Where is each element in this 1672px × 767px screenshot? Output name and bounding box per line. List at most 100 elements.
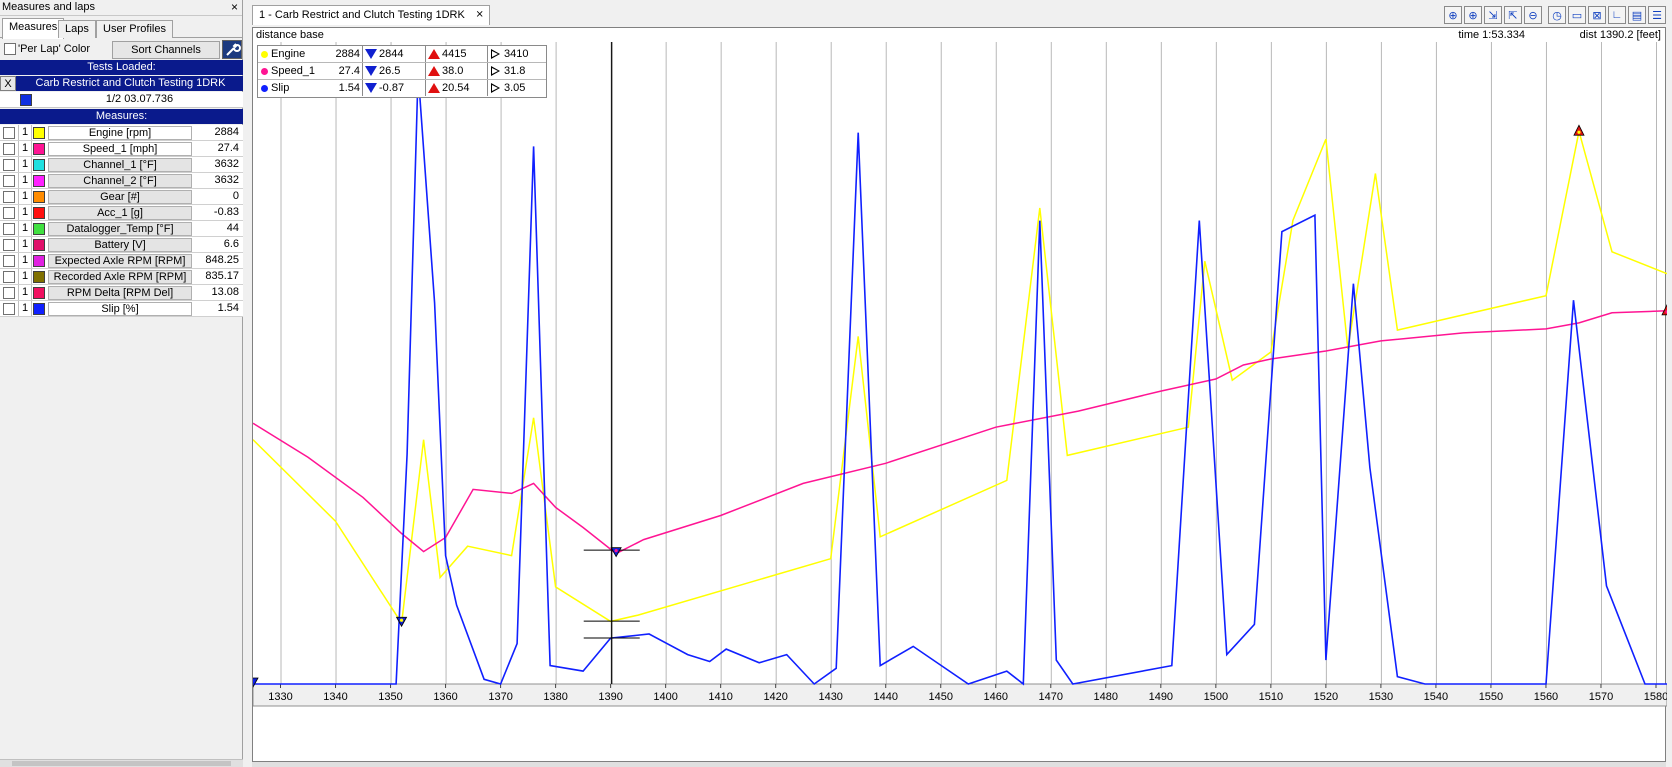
measure-color-swatch[interactable]: [33, 255, 45, 267]
measure-color-swatch[interactable]: [33, 239, 45, 251]
clock-icon[interactable]: ◷: [1548, 6, 1566, 24]
measure-row[interactable]: 1 Channel_1 [°F] 3632: [0, 157, 243, 173]
legend-current-value: 27.4: [338, 65, 360, 77]
legend-avg-cell: 31.8: [487, 63, 548, 79]
measure-color-swatch[interactable]: [33, 143, 45, 155]
measure-row[interactable]: 1 Gear [#] 0: [0, 189, 243, 205]
measure-group: 1: [18, 125, 32, 140]
measure-name[interactable]: Speed_1 [mph]: [48, 142, 192, 156]
measure-color-swatch[interactable]: [33, 207, 45, 219]
measure-name[interactable]: Expected Axle RPM [RPM]: [48, 254, 192, 268]
measure-group: 1: [18, 189, 32, 204]
measure-checkbox[interactable]: [3, 255, 15, 267]
zoom-out-icon[interactable]: ⊖: [1524, 6, 1542, 24]
measure-row[interactable]: 1 Slip [%] 1.54: [0, 301, 243, 317]
zoom-2d-icon[interactable]: ⊕: [1444, 6, 1462, 24]
x-tick-label: 1500: [1204, 691, 1228, 703]
measure-color-swatch[interactable]: [33, 175, 45, 187]
legend-row[interactable]: Engine 2884 2844 4415 3410: [258, 46, 546, 63]
tab-laps[interactable]: Laps: [58, 20, 96, 38]
measure-row[interactable]: 1 RPM Delta [RPM Del] 13.08: [0, 285, 243, 301]
measure-color-swatch[interactable]: [33, 303, 45, 315]
plot-area[interactable]: 1330 1340 1350 1360 1370 1380 1390 1400 1410 1420…: [252, 27, 1667, 763]
horizontal-scrollbar[interactable]: [0, 759, 243, 767]
measure-group: 1: [18, 173, 32, 188]
legend-row[interactable]: Slip 1.54 -0.87 20.54 3.05: [258, 80, 546, 97]
measure-row[interactable]: 1 Acc_1 [g] -0.83: [0, 205, 243, 221]
measure-checkbox[interactable]: [3, 271, 15, 283]
measure-name[interactable]: Battery [V]: [48, 238, 192, 252]
legend-avg-value: 31.8: [504, 65, 526, 77]
remove-test-button[interactable]: X: [0, 76, 16, 91]
measure-color-swatch[interactable]: [33, 287, 45, 299]
wrench-icon[interactable]: [222, 40, 242, 59]
measure-checkbox[interactable]: [3, 191, 15, 203]
close-icon[interactable]: ×: [231, 0, 238, 15]
measure-name[interactable]: Channel_1 [°F]: [48, 158, 192, 172]
document-tab[interactable]: 1 - Carb Restrict and Clutch Testing 1DR…: [252, 5, 490, 25]
measure-checkbox[interactable]: [3, 143, 15, 155]
measure-row[interactable]: 1 Recorded Axle RPM [RPM] 835.17: [0, 269, 243, 285]
image-icon[interactable]: ▭: [1568, 6, 1586, 24]
measure-color-swatch[interactable]: [33, 223, 45, 235]
measure-name[interactable]: RPM Delta [RPM Del]: [48, 286, 192, 300]
close-icon[interactable]: ⨯: [475, 6, 483, 24]
x-tick-label: 1410: [708, 691, 732, 703]
zoom-icon[interactable]: ⊕: [1464, 6, 1482, 24]
x-tick-label: 1370: [488, 691, 512, 703]
tab-measures[interactable]: Measures: [2, 18, 65, 39]
measure-checkbox[interactable]: [3, 287, 15, 299]
measure-name[interactable]: Datalogger_Temp [°F]: [48, 222, 192, 236]
measure-name[interactable]: Channel_2 [°F]: [48, 174, 192, 188]
measure-name[interactable]: Gear [#]: [48, 190, 192, 204]
legend-row[interactable]: Speed_1 27.4 26.5 38.0 31.8: [258, 63, 546, 80]
per-lap-color-checkbox[interactable]: [4, 43, 16, 55]
measure-color-swatch[interactable]: [33, 159, 45, 171]
measure-name[interactable]: Acc_1 [g]: [48, 206, 192, 220]
lap-row[interactable]: 1/2 03.07.736: [0, 92, 243, 108]
sort-channels-button[interactable]: Sort Channels: [112, 41, 220, 59]
measure-group: 1: [18, 221, 32, 236]
layout-split-icon[interactable]: ▤: [1628, 6, 1646, 24]
measure-row[interactable]: 1 Datalogger_Temp [°F] 44: [0, 221, 243, 237]
layout-single-icon[interactable]: ∟: [1608, 6, 1626, 24]
no-image-icon[interactable]: ⊠: [1588, 6, 1606, 24]
legend-avg-value: 3410: [504, 48, 529, 60]
layout-list-icon[interactable]: ☰: [1648, 6, 1666, 24]
measure-row[interactable]: 1 Battery [V] 6.6: [0, 237, 243, 253]
distance-readout: dist 1390.2 [feet]: [1579, 29, 1661, 41]
x-tick-label: 1470: [1039, 691, 1063, 703]
lap-color-swatch[interactable]: [20, 94, 32, 106]
measure-name[interactable]: Slip [%]: [48, 302, 192, 316]
scrollbar-thumb[interactable]: [12, 761, 231, 766]
average-marker-icon: [491, 83, 500, 93]
measure-checkbox[interactable]: [3, 207, 15, 219]
legend-max-cell: 38.0: [425, 63, 487, 79]
cursor-select-icon[interactable]: ⇱: [1504, 6, 1522, 24]
measure-color-swatch[interactable]: [33, 271, 45, 283]
cursor-icon[interactable]: ⇲: [1484, 6, 1502, 24]
measure-row[interactable]: 1 Speed_1 [mph] 27.4: [0, 141, 243, 157]
measure-color-swatch[interactable]: [33, 127, 45, 139]
measure-group: 1: [18, 237, 32, 252]
measure-checkbox[interactable]: [3, 223, 15, 235]
measure-checkbox[interactable]: [3, 127, 15, 139]
legend-min-cell: 2844: [362, 46, 425, 62]
x-tick-label: 1520: [1314, 691, 1338, 703]
x-tick-label: 1570: [1589, 691, 1613, 703]
measure-color-swatch[interactable]: [33, 191, 45, 203]
measure-checkbox[interactable]: [3, 175, 15, 187]
measure-row[interactable]: 1 Channel_2 [°F] 3632: [0, 173, 243, 189]
measure-checkbox[interactable]: [3, 303, 15, 315]
measure-value: 3632: [214, 158, 239, 170]
test-row[interactable]: X Carb Restrict and Clutch Testing 1DRK: [0, 76, 243, 91]
measure-row[interactable]: 1 Engine [rpm] 2884: [0, 125, 243, 141]
measure-checkbox[interactable]: [3, 159, 15, 171]
measure-row[interactable]: 1 Expected Axle RPM [RPM] 848.25: [0, 253, 243, 269]
measure-checkbox[interactable]: [3, 239, 15, 251]
tab-user-profiles[interactable]: User Profiles: [96, 20, 173, 38]
measure-name[interactable]: Recorded Axle RPM [RPM]: [48, 270, 192, 284]
measure-name[interactable]: Engine [rpm]: [48, 126, 192, 140]
series-color-dot: [261, 51, 268, 58]
distance-chart[interactable]: 1330 1340 1350 1360 1370 1380 1390 1400 1410 1420…: [253, 28, 1667, 763]
